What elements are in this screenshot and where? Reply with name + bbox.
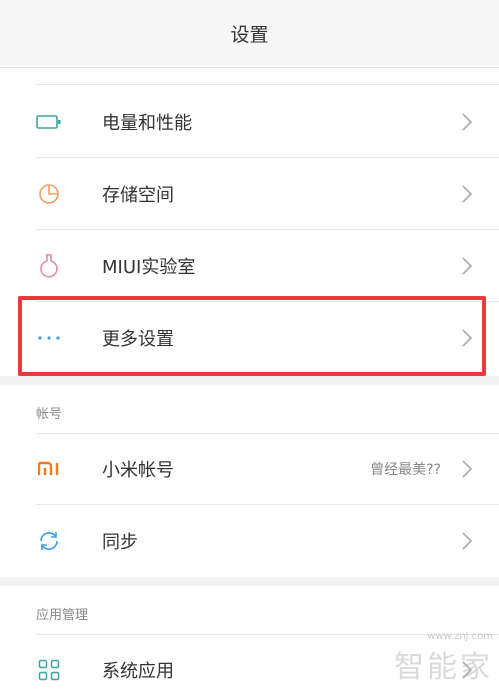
list-item-label: 存储空间: [102, 185, 174, 206]
storage-pie-icon: [36, 181, 62, 207]
title-bar: 设置: [0, 0, 499, 68]
battery-icon: [36, 109, 62, 135]
mi-logo-icon: [36, 456, 62, 482]
list-item-label: 同步: [102, 532, 138, 553]
watermark: www.znj.com 智能家: [394, 631, 493, 686]
watermark-url: www.znj.com: [427, 631, 493, 642]
section-header: 帐号: [36, 407, 63, 422]
sync-icon: [36, 528, 62, 554]
list-item-sync[interactable]: 同步: [0, 505, 499, 577]
grid-apps-icon: [36, 657, 62, 683]
account-name-value: 曾经最美??: [370, 462, 441, 478]
list-item-label: 小米帐号: [102, 460, 174, 481]
chevron-right-icon: [462, 532, 473, 550]
list-item-mi-account[interactable]: 小米帐号 曾经最美??: [0, 433, 499, 505]
chevron-right-icon: [462, 185, 473, 203]
list-item-label: MIUI实验室: [102, 257, 196, 278]
flask-icon: [36, 253, 62, 279]
more-dots-icon: [36, 325, 62, 351]
list-item-more-settings[interactable]: 更多设置: [0, 302, 499, 374]
watermark-text: 智能家: [394, 650, 493, 685]
page-title: 设置: [230, 24, 269, 46]
list-item-label: 系统应用: [102, 661, 174, 682]
settings-section-account: 帐号 小米帐号 曾经最美?? 同步: [0, 385, 499, 577]
settings-section-main: 电量和性能 存储空间 MIUI实验室 更多设置: [0, 68, 499, 376]
chevron-right-icon: [462, 113, 473, 131]
list-item-label: 更多设置: [102, 329, 174, 350]
divider: [36, 84, 499, 85]
chevron-right-icon: [462, 329, 473, 347]
section-header: 应用管理: [36, 608, 89, 623]
chevron-right-icon: [462, 257, 473, 275]
list-item-storage[interactable]: 存储空间: [0, 158, 499, 230]
list-item-battery-performance[interactable]: 电量和性能: [0, 86, 499, 158]
list-item-miui-lab[interactable]: MIUI实验室: [0, 230, 499, 302]
list-item-label: 电量和性能: [102, 113, 192, 134]
chevron-right-icon: [462, 460, 473, 478]
